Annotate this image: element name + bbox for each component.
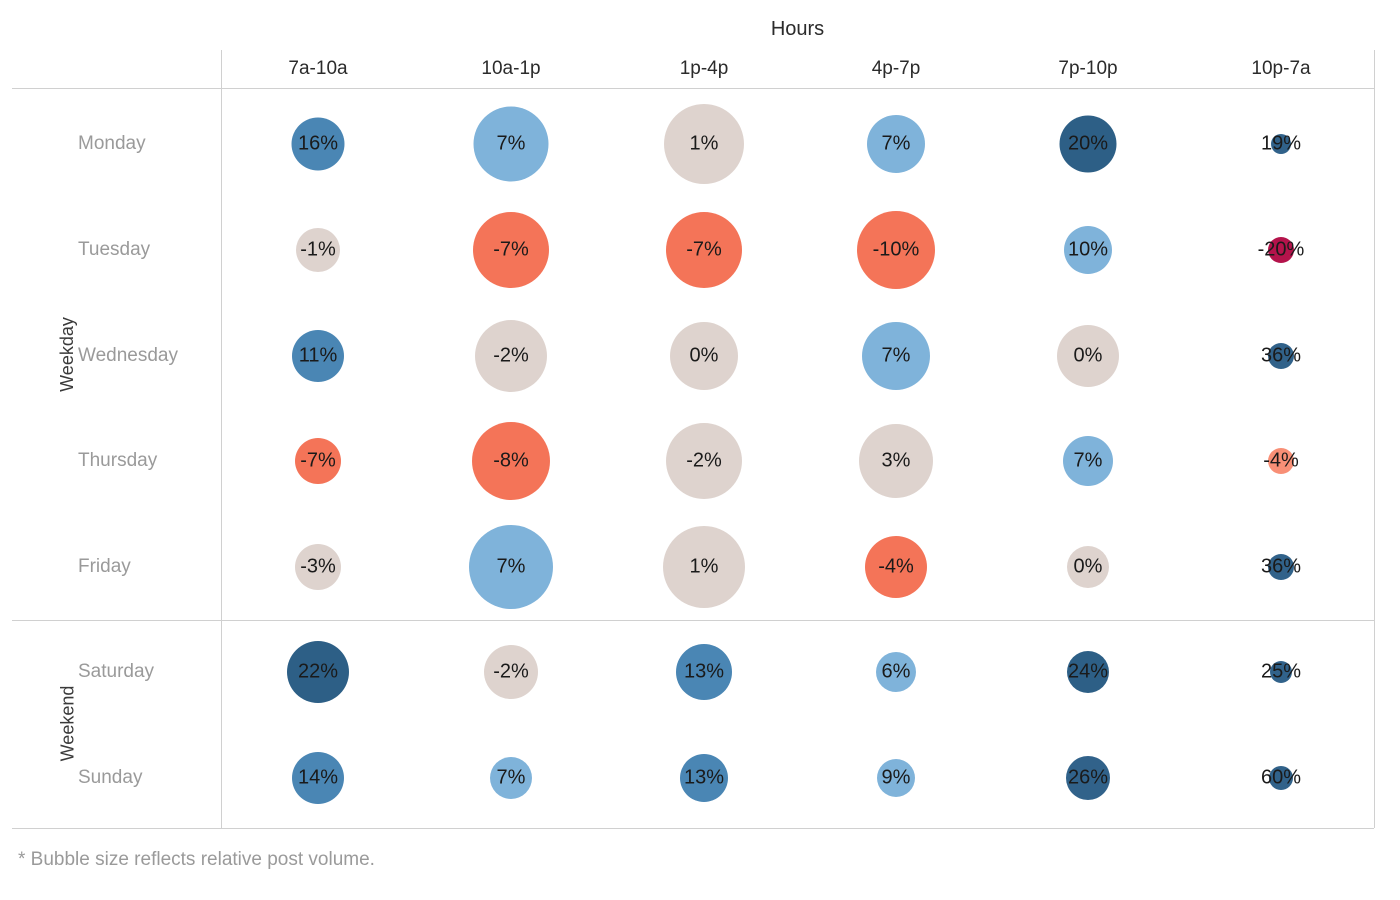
axis-title-hours: Hours (221, 18, 1374, 41)
bubble-monday-10p-7a[interactable] (1271, 134, 1291, 154)
bubble-thursday-7p-10p[interactable] (1063, 436, 1113, 486)
row-label-sunday: Sunday (78, 767, 143, 788)
row-label-separator-top (221, 50, 222, 620)
bubble-saturday-10p-7a[interactable] (1270, 661, 1292, 683)
bubble-chart-canvas: Hours 7a-10a 10a-1p 1p-4p 4p-7p 7p-10p 10p-7a… (0, 0, 1400, 900)
row-label-monday: Monday (78, 133, 146, 154)
bubble-tuesday-4p-7p[interactable] (857, 211, 935, 289)
column-header-10a-1p: 10a-1p (481, 58, 541, 79)
bubble-sunday-4p-7p[interactable] (877, 759, 915, 797)
bubble-sunday-7p-10p[interactable] (1066, 756, 1110, 800)
row-label-saturday: Saturday (78, 661, 155, 682)
plot-right-border-top (1374, 50, 1375, 620)
bubble-sunday-1p-4p[interactable] (680, 754, 728, 802)
bubble-saturday-7a-10a[interactable] (287, 641, 349, 703)
bubble-tuesday-7a-10a[interactable] (296, 228, 340, 272)
bubble-sunday-10p-7a[interactable] (1269, 766, 1293, 790)
bubble-wednesday-4p-7p[interactable] (862, 322, 930, 390)
group-label-weekday: Weekday (30, 317, 105, 392)
bubble-friday-1p-4p[interactable] (663, 526, 745, 608)
header-rule (12, 88, 1374, 89)
bubble-saturday-4p-7p[interactable] (876, 652, 916, 692)
bubble-thursday-4p-7p[interactable] (859, 424, 933, 498)
bubble-friday-7p-10p[interactable] (1067, 546, 1109, 588)
bubble-wednesday-10a-1p[interactable] (475, 320, 547, 392)
column-header-7a-10a: 7a-10a (288, 58, 348, 79)
plot-right-border-bottom (1374, 620, 1375, 828)
group-label-weekend: Weekend (30, 686, 106, 762)
bubble-friday-10p-7a[interactable] (1268, 554, 1294, 580)
group-label-text: Weekend (57, 685, 78, 762)
bubble-monday-1p-4p[interactable] (664, 104, 744, 184)
group-divider-rule (12, 620, 1374, 621)
row-label-separator-bottom (221, 620, 222, 828)
bubble-thursday-7a-10a[interactable] (295, 438, 341, 484)
bubble-friday-4p-7p[interactable] (865, 536, 927, 598)
column-header-1p-4p: 1p-4p (679, 58, 729, 79)
bubble-wednesday-7p-10p[interactable] (1057, 325, 1119, 387)
column-header-10p-7a: 10p-7a (1251, 58, 1311, 79)
axis-title-hours-label: Hours (770, 18, 825, 40)
column-header-4p-7p: 4p-7p (871, 58, 921, 79)
bubble-friday-10a-1p[interactable] (469, 525, 553, 609)
bubble-thursday-10p-7a[interactable] (1268, 448, 1294, 474)
bubble-sunday-10a-1p[interactable] (490, 757, 532, 799)
row-label-tuesday: Tuesday (78, 239, 151, 260)
bubble-tuesday-10p-7a[interactable] (1268, 237, 1294, 263)
bubble-monday-4p-7p[interactable] (867, 115, 925, 173)
column-header-7p-10p: 7p-10p (1058, 58, 1118, 79)
bubble-wednesday-7a-10a[interactable] (292, 330, 344, 382)
bubble-sunday-7a-10a[interactable] (292, 752, 344, 804)
row-label-friday: Friday (78, 556, 131, 577)
bubble-tuesday-1p-4p[interactable] (666, 212, 742, 288)
bubble-tuesday-7p-10p[interactable] (1064, 226, 1112, 274)
bubble-saturday-10a-1p[interactable] (484, 645, 538, 699)
bubble-thursday-10a-1p[interactable] (472, 422, 550, 500)
bottom-rule (12, 828, 1374, 829)
bubble-saturday-7p-10p[interactable] (1067, 651, 1109, 693)
bubble-wednesday-1p-4p[interactable] (670, 322, 738, 390)
bubble-monday-10a-1p[interactable] (473, 106, 549, 182)
row-label-thursday: Thursday (78, 450, 158, 471)
bubble-saturday-1p-4p[interactable] (676, 644, 732, 700)
bubble-wednesday-10p-7a[interactable] (1268, 343, 1294, 369)
bubble-monday-7p-10p[interactable] (1059, 115, 1117, 173)
bubble-friday-7a-10a[interactable] (295, 544, 341, 590)
footnote: * Bubble size reflects relative post vol… (18, 849, 375, 870)
bubble-tuesday-10a-1p[interactable] (473, 212, 549, 288)
bubble-monday-7a-10a[interactable] (291, 117, 345, 171)
bubble-thursday-1p-4p[interactable] (666, 423, 742, 499)
group-label-text: Weekday (56, 316, 77, 392)
